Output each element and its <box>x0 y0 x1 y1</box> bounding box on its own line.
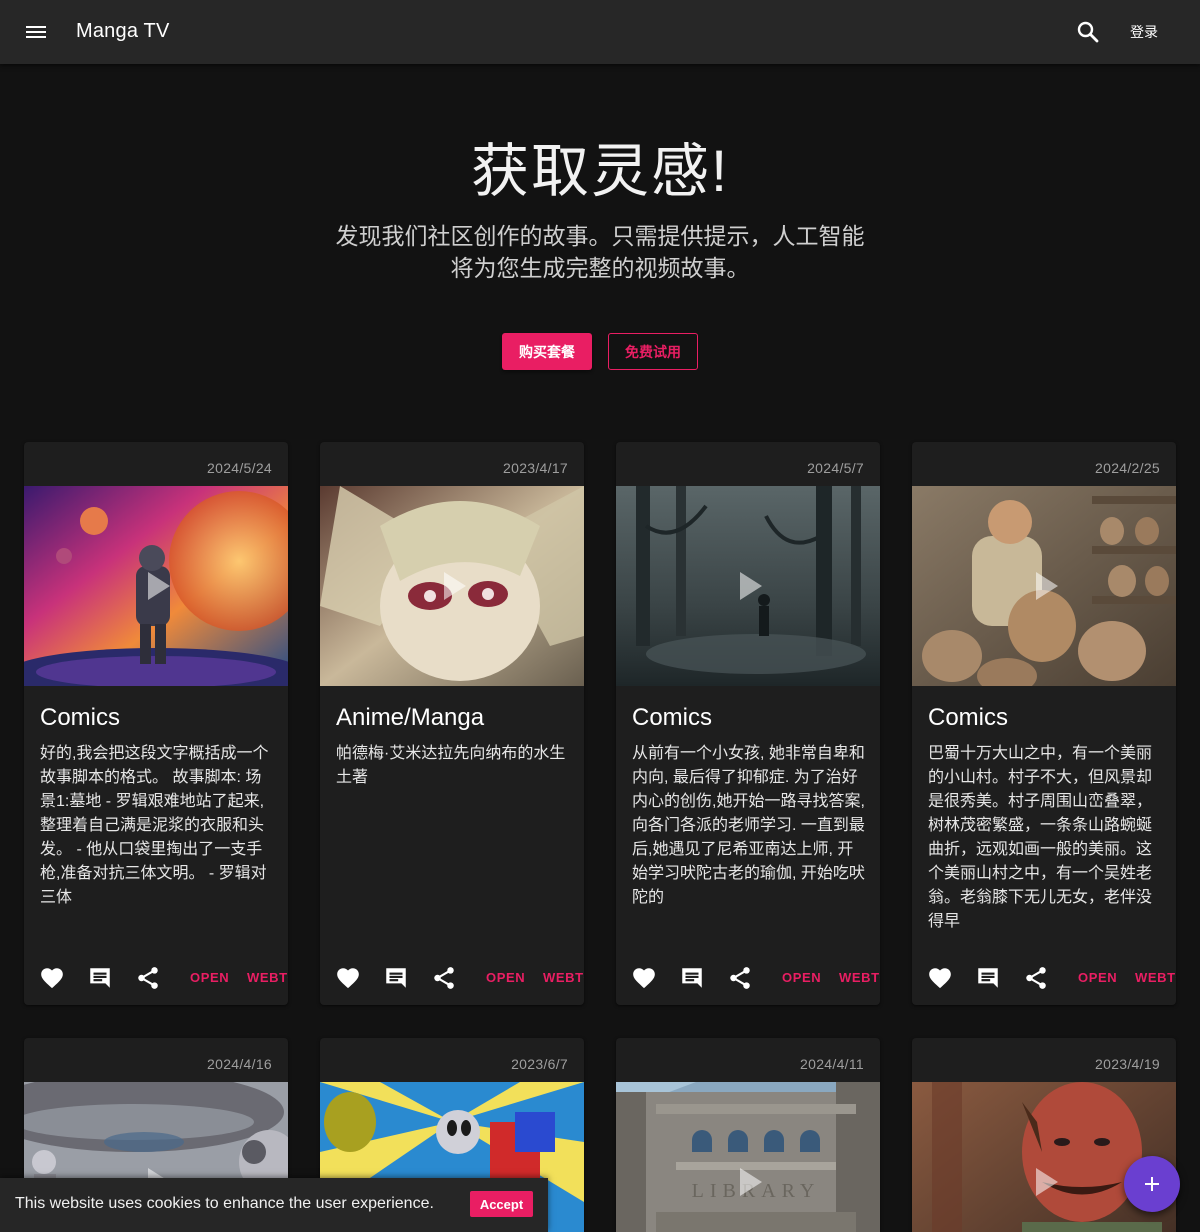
card-date: 2023/4/17 <box>503 460 568 476</box>
play-icon <box>1036 1168 1058 1196</box>
card-category: Comics <box>928 704 1009 731</box>
heart-icon[interactable] <box>335 965 361 991</box>
search-icon[interactable] <box>1074 18 1102 46</box>
heart-icon[interactable] <box>927 965 953 991</box>
hero-title: 获取灵感! <box>470 139 730 204</box>
menu-icon[interactable] <box>24 20 48 44</box>
open-link[interactable]: OPEN <box>486 970 525 985</box>
comment-icon[interactable] <box>383 965 409 991</box>
cookie-banner: This website uses cookies to enhance the… <box>0 1178 548 1232</box>
card-description: 帕德梅·艾米达拉先向纳布的水生土著 <box>336 745 566 786</box>
accept-cookies-button[interactable]: Accept <box>470 1191 533 1217</box>
card-thumbnail[interactable] <box>320 486 584 686</box>
card-thumbnail[interactable] <box>616 486 880 686</box>
share-icon[interactable] <box>1023 965 1049 991</box>
hero-subtitle-line1: 发现我们社区创作的故事。只需提供提示，人工智能 <box>335 223 865 249</box>
comment-icon[interactable] <box>679 965 705 991</box>
card-description: 从前有一个小女孩, 她非常自卑和内向, 最后得了抑郁症. 为了治好内心的创伤,她… <box>632 745 865 906</box>
cookie-message: This website uses cookies to enhance the… <box>15 1195 434 1212</box>
card-date: 2024/2/25 <box>1095 460 1160 476</box>
heart-icon[interactable] <box>39 965 65 991</box>
play-icon <box>148 572 170 600</box>
card-actions: OPEN WEBTO <box>912 962 1176 994</box>
card-actions: OPEN WEBTO <box>320 962 584 994</box>
comment-icon[interactable] <box>87 965 113 991</box>
card-date: 2023/6/7 <box>511 1056 568 1072</box>
card-date: 2024/5/7 <box>807 460 864 476</box>
card-description: 好的,我会把这段文字概括成一个故事脚本的格式。 故事脚本: 场景1:墓地 - 罗… <box>40 745 269 906</box>
story-card[interactable]: 2023/4/17 Anime/Manga 帕德梅·艾米达拉先向纳布的水生土著 … <box>320 442 584 1005</box>
card-description: 巴蜀十万大山之中，有一个美丽的小山村。村子不大，但风景却是很秀美。村子周围山峦叠… <box>928 745 1153 930</box>
card-date: 2024/4/16 <box>207 1056 272 1072</box>
app-bar: Manga TV 登录 <box>0 0 1200 64</box>
story-card[interactable]: 2024/2/25 Comics 巴蜀十万大山之中，有一个美丽的小山村。村子不大… <box>912 442 1176 1005</box>
comment-icon[interactable] <box>975 965 1001 991</box>
card-date: 2023/4/19 <box>1095 1056 1160 1072</box>
webtoon-link[interactable]: WEBTO <box>543 970 584 985</box>
login-button[interactable]: 登录 <box>1118 16 1170 48</box>
card-thumbnail[interactable]: LIBRARY <box>616 1082 880 1232</box>
open-link[interactable]: OPEN <box>782 970 821 985</box>
card-actions: OPEN WEBTO <box>24 962 288 994</box>
webtoon-link[interactable]: WEBTO <box>1135 970 1176 985</box>
open-link[interactable]: OPEN <box>1078 970 1117 985</box>
card-thumbnail[interactable] <box>24 486 288 686</box>
card-date: 2024/5/24 <box>207 460 272 476</box>
webtoon-link[interactable]: WEBTO <box>839 970 880 985</box>
card-date: 2024/4/11 <box>800 1056 864 1072</box>
play-icon <box>740 1168 762 1196</box>
hero-subtitle: 发现我们社区创作的故事。只需提供提示，人工智能 将为您生成完整的视频故事。 <box>300 220 900 284</box>
free-trial-button[interactable]: 免费试用 <box>608 333 698 370</box>
card-thumbnail[interactable] <box>912 1082 1176 1232</box>
card-thumbnail[interactable] <box>912 486 1176 686</box>
webtoon-link[interactable]: WEBTO <box>247 970 288 985</box>
buy-plan-button[interactable]: 购买套餐 <box>502 333 592 370</box>
play-icon <box>1036 572 1058 600</box>
card-category: Comics <box>632 704 713 731</box>
hero-subtitle-line2: 将为您生成完整的视频故事。 <box>450 255 750 281</box>
story-card[interactable]: 2024/4/11 LIBRARY <box>616 1038 880 1232</box>
story-card[interactable]: 2024/5/7 Comics 从前有一个小女孩, 她非常自卑和内向, 最后得了… <box>616 442 880 1005</box>
story-card[interactable]: 2024/5/24 Comics 好的,我会把这段文字概括成一个故事脚本的格式。… <box>24 442 288 1005</box>
card-actions: OPEN WEBTO <box>616 962 880 994</box>
plus-icon[interactable] <box>1124 1156 1180 1212</box>
play-icon <box>444 572 466 600</box>
card-category: Anime/Manga <box>336 704 485 731</box>
card-category: Comics <box>40 704 121 731</box>
open-link[interactable]: OPEN <box>190 970 229 985</box>
share-icon[interactable] <box>135 965 161 991</box>
heart-icon[interactable] <box>631 965 657 991</box>
share-icon[interactable] <box>431 965 457 991</box>
play-icon <box>740 572 762 600</box>
share-icon[interactable] <box>727 965 753 991</box>
app-title[interactable]: Manga TV <box>76 20 170 43</box>
